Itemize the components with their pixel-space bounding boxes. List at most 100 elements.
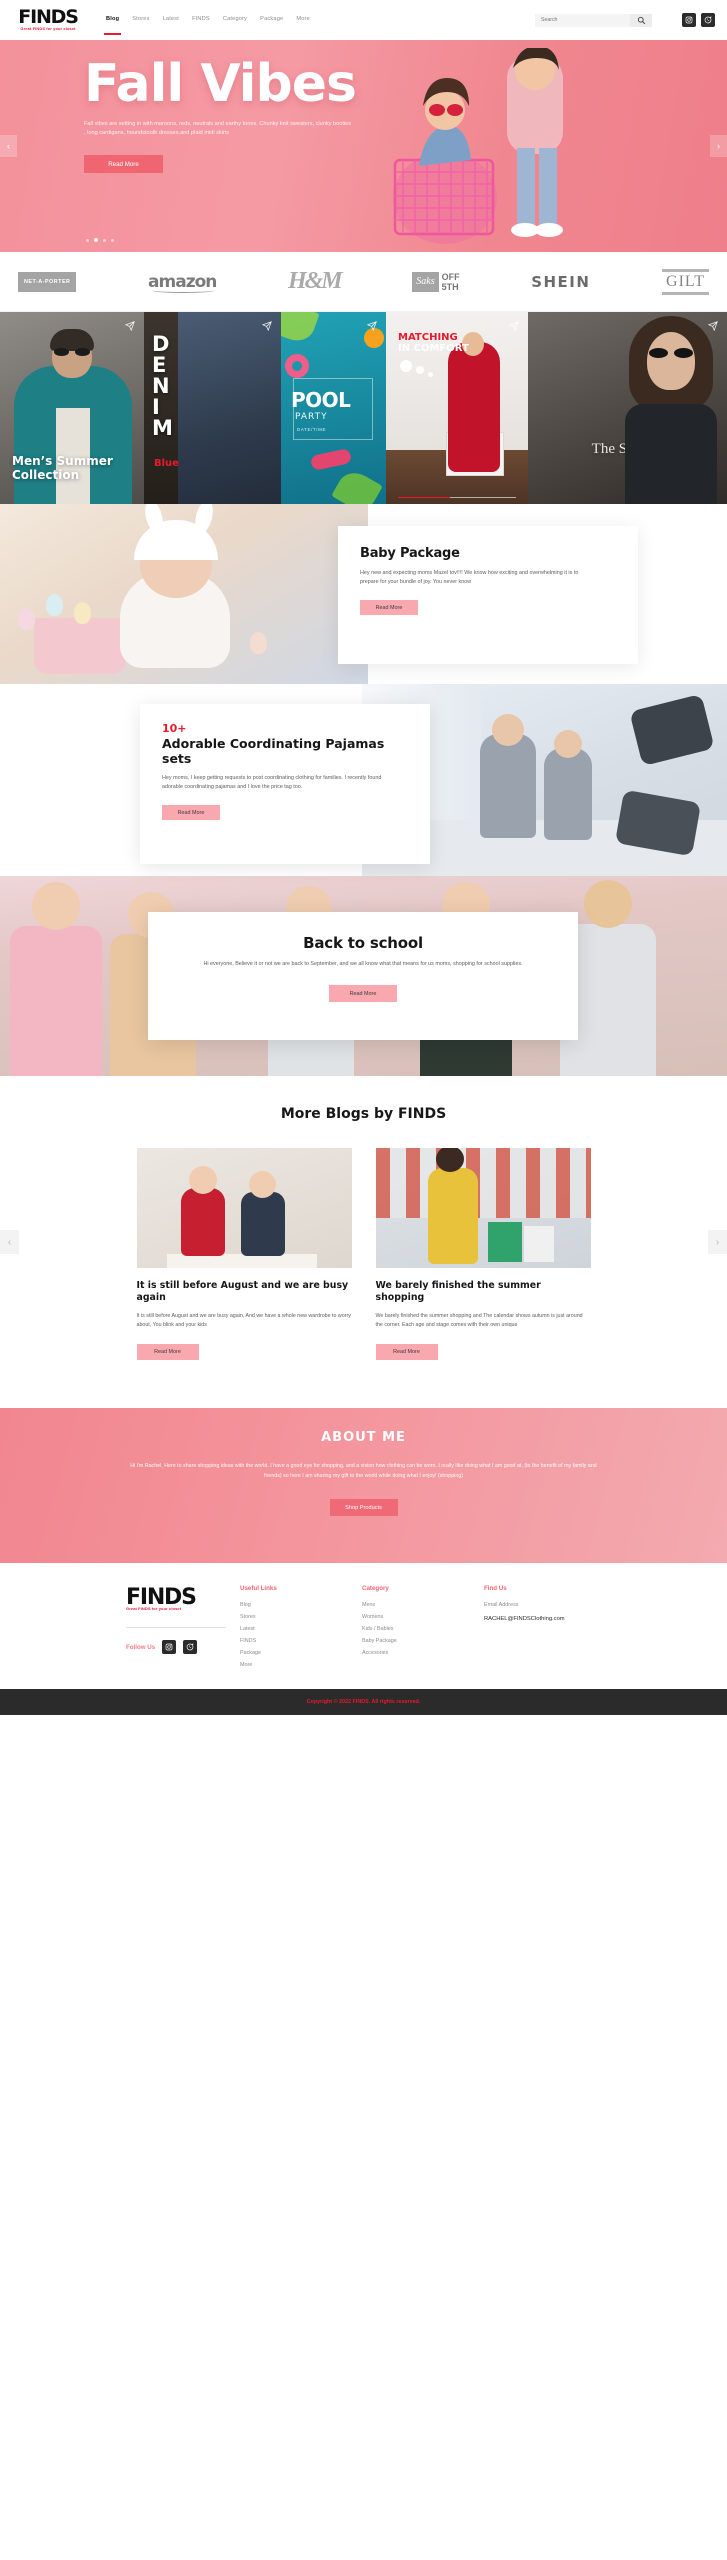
tile-matching-in-comfort[interactable]: MATCHING IN COMFORT: [386, 312, 528, 504]
whatsapp-icon[interactable]: [183, 1640, 198, 1654]
about-me-body: Hi i'm Rachel, Here to share shopping id…: [130, 1463, 597, 1479]
logo-wordmark: FINDS: [18, 5, 79, 28]
nav-item-category[interactable]: Category: [223, 16, 247, 24]
footer-link-more[interactable]: More: [240, 1659, 362, 1671]
hero-content: Fall Vibes Fall vibes are setting in wit…: [0, 40, 727, 173]
header-socials: [682, 13, 715, 27]
footer-link-finds[interactable]: FINDS: [240, 1635, 362, 1647]
footer-logo-wordmark: FINDS: [126, 1584, 197, 1610]
search-input[interactable]: [535, 13, 630, 27]
baby-package-title: Baby Package: [360, 546, 460, 561]
tile-the-sunday-fashion[interactable]: The Sunday Fashion: [528, 312, 727, 504]
search-icon: [637, 16, 645, 24]
logo-tagline: Great FINDS for your closet: [20, 25, 76, 31]
hero-title: Fall Vibes: [84, 54, 357, 114]
pajamas-read-more-button[interactable]: Read More: [162, 805, 220, 821]
instagram-icon[interactable]: [682, 13, 696, 27]
back-to-school-read-more-button[interactable]: Read More: [329, 985, 397, 1003]
category-tiles: Men’s Summer Collection DENIM Blue POOL …: [0, 312, 727, 504]
back-to-school-body: Hi everyone, Believe it or not we are ba…: [203, 961, 523, 967]
hero-prev-arrow[interactable]: ‹: [0, 135, 17, 157]
copyright-text: Copyright © 2022 FINDS. All rights reser…: [306, 1699, 421, 1705]
brand-saks-off-5th[interactable]: Saks OFF 5TH: [412, 271, 460, 292]
nav-item-more[interactable]: More: [296, 16, 310, 24]
send-icon[interactable]: [367, 321, 377, 331]
pajamas-body: Hey moms, I keep getting requests to pos…: [162, 775, 382, 791]
footer-link-womens[interactable]: Womens: [362, 1611, 484, 1623]
brand-shein[interactable]: SHEIN: [531, 273, 590, 291]
footer-link-baby-package[interactable]: Baby Package: [362, 1635, 484, 1647]
blogs-next-arrow[interactable]: ›: [708, 1230, 727, 1254]
blog-card-list: It is still before August and we are bus…: [0, 1148, 727, 1360]
blog-thumbnail: [375, 1148, 591, 1268]
send-icon[interactable]: [509, 321, 519, 331]
footer-logo[interactable]: FINDS Great FINDS for your closet: [126, 1585, 214, 1615]
brand-label-5th: 5TH: [441, 281, 459, 292]
tile-denim[interactable]: DENIM Blue: [144, 312, 281, 504]
hero-dot-1[interactable]: [86, 238, 89, 242]
footer-column-heading: Useful Links: [240, 1585, 277, 1592]
tile-caption: POOL: [291, 388, 351, 412]
blog-card-body: We barely finished the summer shopping a…: [375, 1313, 583, 1328]
footer-link-package[interactable]: Package: [240, 1647, 362, 1659]
nav-item-finds[interactable]: FINDS: [192, 16, 210, 24]
footer-link-accesories[interactable]: Accesories: [362, 1647, 484, 1659]
brand-label: GILT: [662, 268, 709, 295]
footer-column-useful-links: Useful Links Blog Stores Latest FINDS Pa…: [240, 1585, 362, 1671]
search-button[interactable]: [630, 13, 652, 27]
instagram-icon[interactable]: [162, 1640, 177, 1654]
back-to-school-title: Back to school: [303, 934, 423, 952]
nav-item-latest[interactable]: Latest: [163, 16, 179, 24]
site-logo[interactable]: FINDS Great FINDS for your closet: [12, 5, 84, 35]
nav-item-stores[interactable]: Stores: [132, 16, 149, 24]
pajamas-section: 10+ Adorable Coordinating Pajamas sets H…: [0, 684, 727, 876]
hero-dot-4[interactable]: [111, 238, 114, 242]
brand-gilt[interactable]: GILT: [662, 268, 709, 295]
footer-link-mens[interactable]: Mens: [362, 1599, 484, 1611]
send-icon[interactable]: [262, 321, 272, 331]
whatsapp-icon[interactable]: [701, 13, 715, 27]
brand-label: NET-A-PORTER: [18, 271, 77, 292]
blog-card[interactable]: It is still before August and we are bus…: [136, 1148, 352, 1360]
footer-link-stores[interactable]: Stores: [240, 1611, 362, 1623]
nav-item-package[interactable]: Package: [260, 16, 283, 24]
brand-label-off: OFF: [441, 271, 460, 282]
hero-dot-2[interactable]: [94, 238, 98, 242]
about-me-title: ABOUT ME: [321, 1430, 406, 1445]
email-address-label: Email Address: [484, 1602, 519, 1608]
hero-next-arrow[interactable]: ›: [710, 135, 727, 157]
tile-subcaption: IN COMFORT: [398, 343, 469, 354]
tile-pool-party[interactable]: POOL PARTY DATE/TIME: [281, 312, 386, 504]
brand-hm[interactable]: H&M: [288, 268, 343, 295]
email-address-value[interactable]: RACHEL@FINDSClothing.com: [484, 1616, 606, 1622]
pajamas-card: 10+ Adorable Coordinating Pajamas sets H…: [140, 704, 430, 864]
blog-card-read-more-button[interactable]: Read More: [375, 1344, 438, 1360]
blog-card-read-more-button[interactable]: Read More: [136, 1344, 199, 1360]
follow-us-label: Follow Us: [126, 1643, 156, 1651]
footer-link-blog[interactable]: Blog: [240, 1599, 362, 1611]
send-icon[interactable]: [708, 321, 718, 331]
send-icon[interactable]: [125, 321, 135, 331]
hero-read-more-button[interactable]: Read More: [84, 155, 163, 173]
footer-link-latest[interactable]: Latest: [240, 1623, 362, 1635]
more-blogs-section: More Blogs by FINDS It is still before A…: [0, 1076, 727, 1408]
search-bar: [535, 13, 652, 27]
baby-package-read-more-button[interactable]: Read More: [360, 600, 418, 616]
tile-caption: MATCHING: [398, 332, 458, 343]
site-footer: FINDS Great FINDS for your closet Follow…: [0, 1563, 727, 1689]
brand-amazon[interactable]: amazon: [148, 272, 217, 293]
brand-net-a-porter[interactable]: NET-A-PORTER: [18, 271, 77, 292]
tile-mens-summer-collection[interactable]: Men’s Summer Collection: [0, 312, 144, 504]
tile-subcaption: PARTY: [295, 412, 328, 422]
footer-link-kids-babies[interactable]: Kids / Babies: [362, 1623, 484, 1635]
hero-dot-3[interactable]: [103, 238, 106, 242]
blog-card[interactable]: We barely finished the summer shopping W…: [375, 1148, 591, 1360]
nav-item-blog[interactable]: Blog: [103, 16, 122, 35]
blogs-prev-arrow[interactable]: ‹: [0, 1230, 19, 1254]
page-root: FINDS Great FINDS for your closet Blog S…: [0, 0, 727, 1715]
blog-thumbnail: [136, 1148, 352, 1268]
brand-label: SHEIN: [531, 272, 591, 291]
hero-subtitle: Fall vibes are setting in with maroons, …: [84, 121, 352, 136]
pajamas-title: Adorable Coordinating Pajamas sets: [162, 736, 385, 766]
shop-products-button[interactable]: Shop Products: [329, 1499, 398, 1516]
